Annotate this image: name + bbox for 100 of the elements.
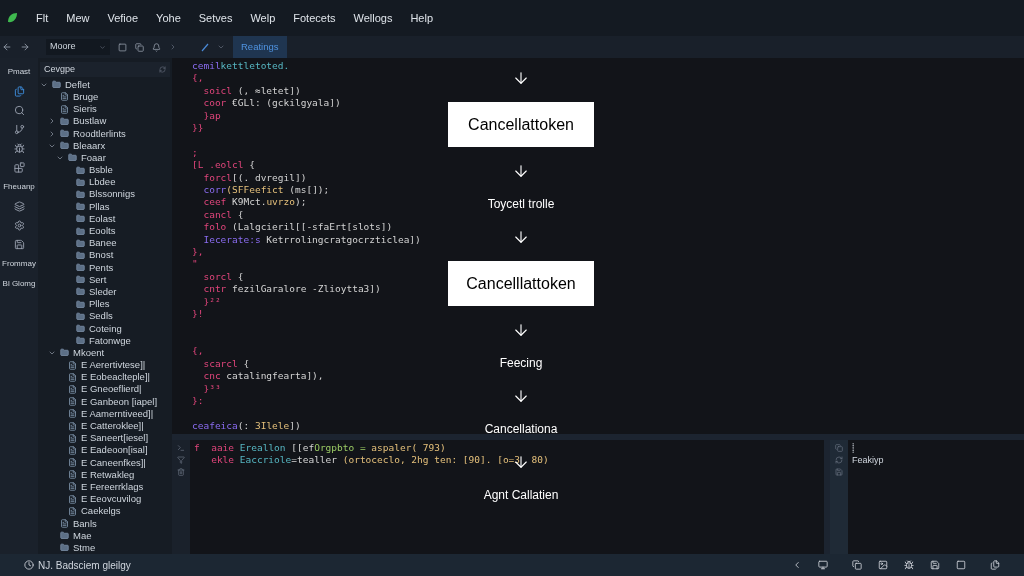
layers-icon[interactable] <box>13 201 25 212</box>
terminal-icon[interactable] <box>177 444 185 452</box>
bug-icon[interactable] <box>13 143 25 154</box>
copy-icon[interactable] <box>135 42 144 52</box>
tree-item[interactable]: Pents <box>89 261 114 274</box>
output-line: ekle Eaccriole=tealler (ortoceclo, 2hg ten: [90]. [o=3 80) <box>210 454 549 466</box>
editor-tab[interactable]: Reatings <box>233 36 287 58</box>
tree-item[interactable]: E Gneoeflierd| <box>81 383 142 396</box>
tree-item[interactable]: Bustlaw <box>73 115 107 128</box>
sidebar-header: Cevgpe <box>40 62 170 77</box>
tree-item[interactable]: Sieris <box>73 103 97 116</box>
file-icon <box>68 409 77 419</box>
project-dropdown[interactable]: Moore <box>46 39 110 55</box>
code-line: coor €GLl: (gckilgyala]) <box>202 97 341 110</box>
folder-icon <box>76 202 85 212</box>
tree-item[interactable]: E Eobeaclteple]| <box>81 371 150 384</box>
folder-icon <box>60 543 69 553</box>
files-icon[interactable] <box>13 86 25 97</box>
branch-icon[interactable] <box>13 124 25 135</box>
menu-item[interactable]: Welp <box>250 9 276 27</box>
tree-item[interactable]: Pllas <box>89 200 110 213</box>
files-icon[interactable] <box>990 560 1000 570</box>
refresh-icon[interactable] <box>835 456 843 464</box>
tree-item[interactable]: Sedls <box>89 310 113 323</box>
menu-item[interactable]: Flt <box>36 9 49 27</box>
settings-icon[interactable] <box>13 220 25 231</box>
tree-item[interactable]: Eoolts <box>89 225 116 238</box>
menu-item[interactable]: Vefioe <box>107 9 139 27</box>
layout-icon[interactable] <box>118 42 127 52</box>
bug-icon[interactable] <box>904 560 914 570</box>
code-line: cnc catalingfearta]), <box>202 370 324 383</box>
menu-item[interactable]: Help <box>410 9 433 27</box>
folder-icon <box>76 177 85 187</box>
tree-item[interactable]: Lbdee <box>89 176 116 189</box>
code-line: ; <box>192 146 198 160</box>
tree-item[interactable]: Mkoent <box>73 346 105 359</box>
chevron-left-icon[interactable] <box>792 560 802 570</box>
back-icon[interactable] <box>2 42 12 52</box>
tree-item[interactable]: E Caneenfkes]| <box>81 456 146 469</box>
code-line: " <box>192 258 198 271</box>
tree-item[interactable]: Fatonwge <box>89 334 131 347</box>
tree-item[interactable]: Bleaarx <box>73 139 106 152</box>
file-icon <box>68 458 77 468</box>
tree-item[interactable]: Roodtlerlints <box>73 127 126 140</box>
tree-item[interactable]: E Eadeoon[isal] <box>81 444 148 457</box>
tree-item[interactable]: Blssonnigs <box>89 188 135 201</box>
code-line: }! <box>192 308 204 321</box>
chevron-right-icon[interactable] <box>48 129 56 138</box>
tree-item[interactable]: E Fereerrklags <box>81 480 144 493</box>
output-line: f aaie Ereallon [[efOrgpbto = aspaler( 793) <box>194 442 446 454</box>
tree-item[interactable]: E Eeovcuvilog <box>81 493 142 506</box>
trash-icon[interactable] <box>177 468 185 476</box>
status-text: NJ. Badsciem gleilgy <box>38 558 131 573</box>
search-icon[interactable] <box>13 105 25 116</box>
tree-item[interactable]: Sleder <box>89 285 117 298</box>
tree-item[interactable]: Banee <box>89 237 117 250</box>
blocks-icon[interactable] <box>13 162 25 173</box>
tree-item[interactable]: Plles <box>89 298 110 311</box>
tree-item[interactable]: Caekelgs <box>81 505 121 518</box>
code-line: ceafeica(: 3Ilele]) <box>192 419 301 433</box>
tree-item[interactable]: E Retwakleg <box>81 468 135 481</box>
menu-item[interactable]: Mew <box>66 9 90 27</box>
menu-item[interactable]: Setves <box>198 9 233 27</box>
tree-item[interactable]: Bnost <box>89 249 114 262</box>
tree-item[interactable]: Bsble <box>89 164 113 177</box>
monitor-icon[interactable] <box>818 560 828 570</box>
tree-item[interactable]: Stme <box>73 541 96 554</box>
file-icon <box>60 92 69 102</box>
tree-item[interactable]: E Aerertivtese]| <box>81 359 146 372</box>
chevron-right-icon[interactable] <box>169 43 177 51</box>
copy-icon[interactable] <box>852 560 862 570</box>
menu-item[interactable]: Fotecets <box>293 9 336 27</box>
forward-icon[interactable] <box>20 42 30 52</box>
tree-item[interactable]: Coteing <box>89 322 122 335</box>
menu-item[interactable]: Yohe <box>156 9 181 27</box>
filter-icon[interactable] <box>177 456 185 464</box>
tree-item[interactable]: Deflet <box>65 78 90 91</box>
image-icon[interactable] <box>878 560 888 570</box>
layout-icon[interactable] <box>956 560 966 570</box>
folder-icon <box>76 336 85 346</box>
tree-item[interactable]: Bruge <box>73 90 99 103</box>
save-icon[interactable] <box>13 239 25 250</box>
code-line: scarcl { <box>202 357 250 371</box>
file-icon <box>68 360 77 370</box>
pen-icon[interactable] <box>201 42 209 52</box>
tree-item[interactable]: E Saneert[iesel] <box>81 432 149 445</box>
tree-item[interactable]: E Catteroklee]| <box>81 420 144 433</box>
caret-icon[interactable] <box>217 43 225 51</box>
tree-item[interactable]: Foaar <box>81 151 106 164</box>
tree-item[interactable]: Banls <box>73 517 97 530</box>
chevron-right-icon[interactable] <box>48 117 56 126</box>
flow-label: Agnt Callatien <box>483 487 559 504</box>
menu-item[interactable]: Wellogs <box>353 9 393 27</box>
bell-icon[interactable] <box>152 42 161 52</box>
tree-item[interactable]: Mae <box>73 529 92 542</box>
tree-item[interactable]: E Aamerntiveed]| <box>81 407 154 420</box>
tree-item[interactable]: Sert <box>89 273 107 286</box>
tree-item[interactable]: E Ganbeon [iapel] <box>81 395 158 408</box>
tree-item[interactable]: Eolast <box>89 212 116 225</box>
leaf-logo-icon <box>6 12 18 24</box>
